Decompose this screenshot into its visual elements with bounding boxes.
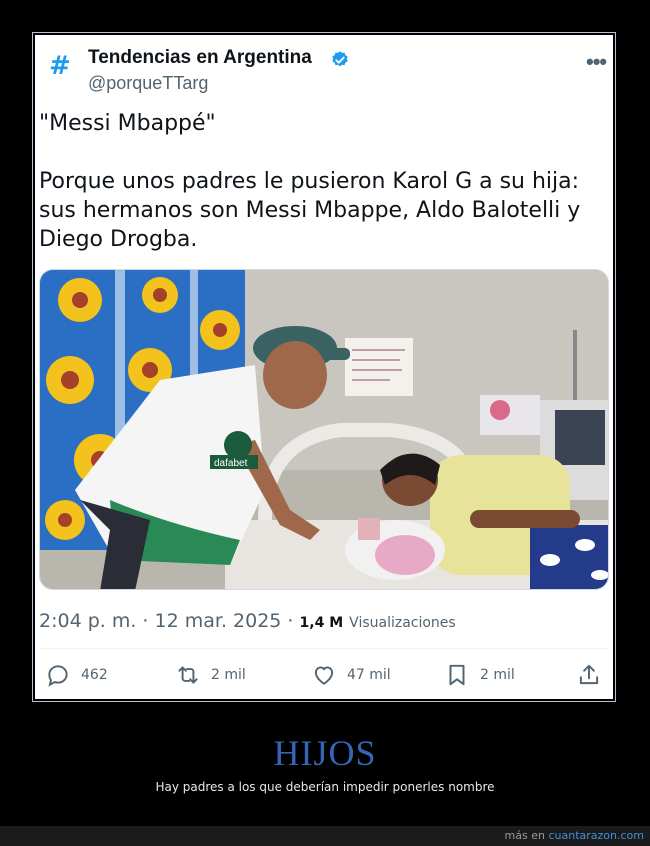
- actions-divider: [39, 648, 609, 649]
- tweet-card[interactable]: # Tendencias en Argentina @porqueTTarg •…: [35, 35, 613, 699]
- footer-text: más en cuantarazon.com: [505, 829, 644, 842]
- account-name[interactable]: Tendencias en Argentina: [88, 47, 312, 69]
- shirt-sponsor-text: dafabet: [214, 458, 248, 469]
- verified-badge-icon: [332, 51, 348, 67]
- reply-count: 462: [81, 667, 108, 683]
- heart-icon: [314, 666, 334, 685]
- tweet-text: "Messi Mbappé" Porque unos padres le pus…: [39, 109, 609, 254]
- more-options-icon[interactable]: •••: [586, 49, 607, 75]
- tweet-photo[interactable]: dafabet: [39, 269, 609, 590]
- footer-bar: más en cuantarazon.com: [0, 826, 650, 846]
- retweet-count: 2 mil: [211, 667, 246, 683]
- post-subtitle: Hay padres a los que deberían impedir po…: [155, 780, 495, 794]
- post-title[interactable]: HIJOS: [0, 732, 650, 774]
- hashtag-avatar-icon[interactable]: #: [49, 53, 71, 79]
- site-link[interactable]: cuantarazon.com: [548, 829, 644, 842]
- tweet-timestamp[interactable]: 2:04 p. m. · 12 mar. 2025 ·: [39, 610, 293, 632]
- bookmark-button[interactable]: 2 mil: [444, 655, 515, 695]
- account-handle[interactable]: @porqueTTarg: [88, 73, 208, 94]
- hospital-scene-image: dafabet: [40, 270, 608, 589]
- share-icon: [579, 664, 599, 685]
- footer-prefix: más en: [504, 829, 545, 842]
- like-count: 47 mil: [347, 667, 391, 683]
- retweet-button[interactable]: 2 mil: [175, 655, 246, 695]
- tweet-metadata: 2:04 p. m. · 12 mar. 2025 · 1,4 M Visual…: [39, 610, 456, 632]
- bookmark-icon: [449, 664, 465, 686]
- like-button[interactable]: 47 mil: [311, 655, 391, 695]
- retweet-icon: [178, 666, 198, 684]
- views-label: Visualizaciones: [349, 615, 456, 631]
- share-button[interactable]: [576, 655, 602, 695]
- reply-icon: [48, 665, 68, 687]
- views-count: 1,4 M: [299, 615, 344, 631]
- tweet-actions-bar: 462 2 mil 47 mil 2 mil: [35, 655, 613, 695]
- tweet-body: Porque unos padres le pusieron Karol G a…: [39, 169, 581, 252]
- bookmark-count: 2 mil: [480, 667, 515, 683]
- reply-button[interactable]: 462: [45, 655, 108, 695]
- tweet-quote-line: "Messi Mbappé": [39, 111, 216, 136]
